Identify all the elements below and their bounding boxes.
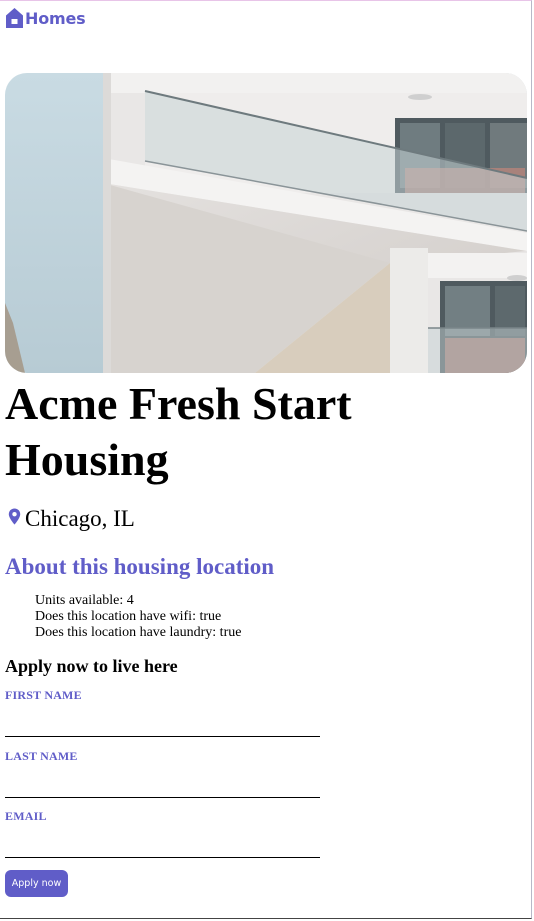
email-input[interactable] xyxy=(5,834,320,858)
about-heading: About this housing location xyxy=(5,554,275,579)
building-photo xyxy=(5,73,527,373)
home-icon xyxy=(5,7,24,29)
feature-laundry: Does this location have laundry: true xyxy=(35,625,242,640)
email-label: EMAIL xyxy=(5,809,47,823)
apply-now-button[interactable]: Apply now xyxy=(5,870,68,897)
feature-units: Units available: 4 xyxy=(35,593,134,608)
first-name-label: FIRST NAME xyxy=(5,688,82,702)
map-pin-icon xyxy=(8,508,21,530)
last-name-input[interactable] xyxy=(5,774,320,798)
location-text: Chicago, IL xyxy=(25,506,135,531)
last-name-label: LAST NAME xyxy=(5,749,78,763)
features-list: Units available: 4 Does this location ha… xyxy=(35,593,241,641)
feature-wifi: Does this location have wifi: true xyxy=(35,609,222,624)
listing-location: Chicago, IL xyxy=(8,506,135,532)
brand-label: Homes xyxy=(25,8,86,28)
brand-home-link[interactable]: Homes xyxy=(5,7,86,29)
first-name-input[interactable] xyxy=(5,713,320,737)
listing-title: Acme Fresh Start Housing xyxy=(5,378,352,485)
apply-heading: Apply now to live here xyxy=(5,656,178,676)
